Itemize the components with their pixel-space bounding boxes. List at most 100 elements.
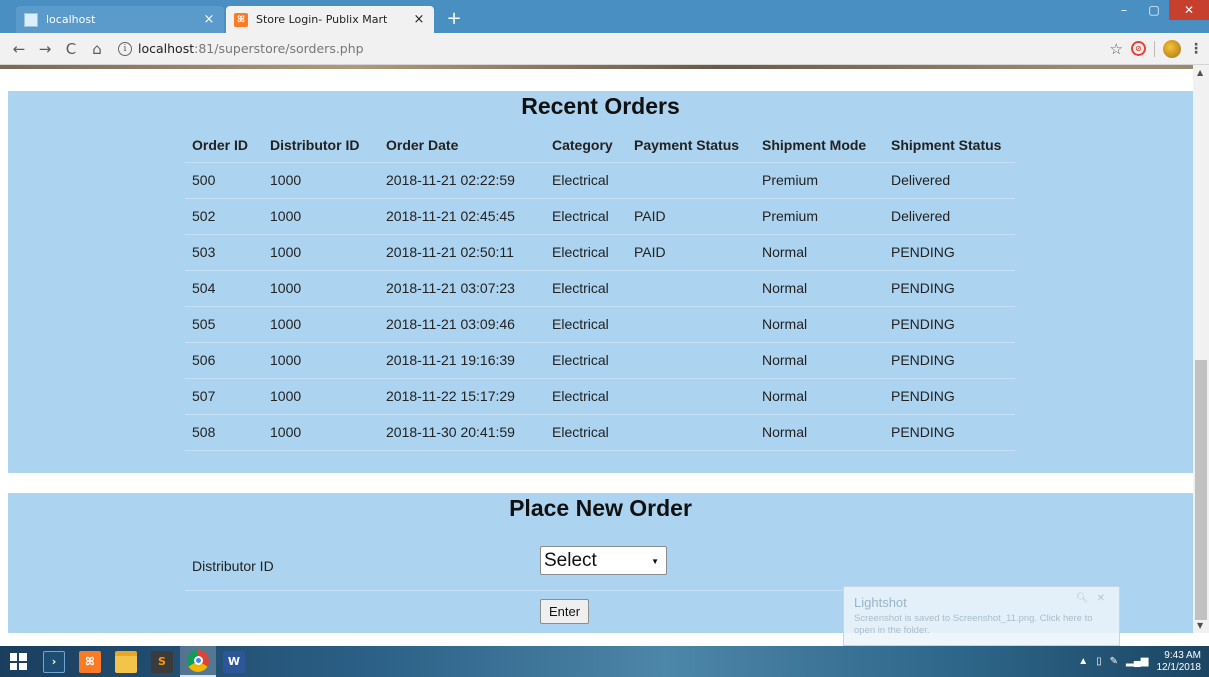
toolbar-divider [1154,40,1155,57]
forward-arrow-icon[interactable]: → [32,37,58,61]
word-icon: W [223,650,245,673]
scrollbar-thumb[interactable] [1195,360,1207,620]
xampp-icon: ꕤ [79,650,101,673]
window-close-button[interactable]: ✕ [1169,0,1209,20]
orders-table: Order ID Distributor ID Order Date Categ… [185,129,1015,451]
shipment-status-cell: PENDING [884,234,1015,271]
scroll-down-arrow-icon[interactable]: ▼ [1197,621,1203,630]
clock-time: 9:43 AM [1164,649,1201,661]
order-date-cell: 2018-11-21 02:45:45 [379,198,545,235]
info-icon[interactable]: i [118,41,132,56]
close-icon[interactable]: × [412,12,426,27]
blocked-extension-icon[interactable]: ⊘ [1131,41,1146,56]
tab-store-login[interactable]: ꕤ Store Login- Publix Mart × [226,6,434,33]
table-row: 503 1000 2018-11-21 02:50:11 Electrical … [185,234,1015,271]
bookmark-star-icon[interactable]: ☆ [1110,40,1123,58]
order-date-cell: 2018-11-21 19:16:39 [379,342,545,379]
browser-toolbar: ← → C ⌂ i localhost:81/superstore/sorder… [0,33,1209,65]
taskbar-word[interactable]: W [216,646,252,677]
taskbar-chrome[interactable] [180,646,216,677]
table-header-row: Order ID Distributor ID Order Date Categ… [185,129,1015,163]
table-row: 508 1000 2018-11-30 20:41:59 Electrical … [185,414,1015,451]
kebab-menu-icon[interactable]: ⋮ [1189,41,1203,57]
caret-down-icon: ▼ [651,557,659,566]
tab-title: localhost [46,13,96,26]
notification-message[interactable]: Screenshot is saved to Screenshot_11.png… [854,613,1109,637]
order-id-cell: 507 [185,378,263,415]
address-bar[interactable]: i localhost:81/superstore/sorders.php [118,37,1110,61]
close-icon[interactable]: × [202,12,216,27]
taskbar-clock[interactable]: 9:43 AM 12/1/2018 [1157,650,1202,674]
shipment-mode-cell: Normal [755,306,884,343]
recent-orders-panel: Recent Orders Order ID Distributor ID Or… [8,91,1193,473]
payment-status-cell: PAID [627,198,755,235]
distributor-id-cell: 1000 [263,306,379,343]
shipment-status-cell: PENDING [884,378,1015,415]
table-row: 505 1000 2018-11-21 03:09:46 Electrical … [185,306,1015,343]
folder-icon [115,650,137,673]
vscode-icon: › [43,650,65,673]
xampp-icon: ꕤ [234,12,248,27]
shipment-status-cell: Delivered [884,162,1015,199]
category-cell: Electrical [545,306,627,343]
shipment-mode-cell: Normal [755,342,884,379]
battery-icon[interactable]: ▯ [1096,656,1102,667]
distributor-id-cell: 1000 [263,342,379,379]
recent-orders-title: Recent Orders [521,93,680,119]
category-cell: Electrical [545,414,627,451]
column-header: Payment Status [627,129,755,163]
taskbar-sublime[interactable]: S [144,646,180,677]
taskbar-xampp[interactable]: ꕤ [72,646,108,677]
start-button[interactable] [0,646,36,677]
column-header: Distributor ID [263,129,379,163]
payment-status-cell [627,414,755,451]
page-icon [24,12,38,27]
notification-title: Lightshot [854,595,907,610]
home-icon[interactable]: ⌂ [84,37,110,61]
order-id-cell: 500 [185,162,263,199]
shipment-mode-cell: Premium [755,198,884,235]
order-id-cell: 508 [185,414,263,451]
toolbar-actions: ☆ ⊘ ⋮ [1110,39,1203,58]
scroll-up-arrow-icon[interactable]: ▲ [1197,68,1203,77]
distributor-select[interactable]: Select ▼ [540,546,667,575]
minimize-button[interactable]: – [1109,0,1139,20]
network-signal-icon[interactable]: ▂▄▆ [1126,656,1148,667]
payment-status-cell [627,270,755,307]
pen-icon[interactable]: ✎ [1110,656,1118,667]
close-icon[interactable]: ✕ [1097,593,1105,604]
distributor-id-cell: 1000 [263,270,379,307]
url-path: :81/superstore/sorders.php [194,41,364,56]
back-arrow-icon[interactable]: ← [6,37,32,61]
sublime-text-icon: S [151,650,173,673]
distributor-id-cell: 1000 [263,234,379,271]
profile-avatar-icon[interactable] [1163,39,1181,58]
distributor-id-cell: 1000 [263,414,379,451]
taskbar-vscode[interactable]: › [36,646,72,677]
order-date-cell: 2018-11-21 02:50:11 [379,234,545,271]
lightshot-notification[interactable]: Lightshot Screenshot is saved to Screens… [843,586,1120,646]
new-tab-button[interactable]: + [444,8,464,29]
order-date-cell: 2018-11-22 15:17:29 [379,378,545,415]
magnifier-icon[interactable]: 🔍︎ [1076,593,1089,604]
taskbar-file-explorer[interactable] [108,646,144,677]
reload-icon[interactable]: C [58,37,84,61]
enter-button[interactable]: Enter [540,599,589,624]
distributor-id-cell: 1000 [263,378,379,415]
order-id-cell: 502 [185,198,263,235]
page-scrollbar[interactable]: ▲ ▼ [1193,65,1209,633]
maximize-button[interactable]: ▢ [1139,0,1169,20]
shipment-mode-cell: Premium [755,162,884,199]
chevron-up-icon[interactable]: ▲ [1078,656,1088,667]
order-id-cell: 503 [185,234,263,271]
place-order-title: Place New Order [509,495,692,521]
column-header: Shipment Mode [755,129,884,163]
column-header: Category [545,129,627,163]
notification-actions: 🔍︎ ✕ [1076,593,1105,604]
header-image-strip [0,65,1193,69]
windows-taskbar: › ꕤ S W ▲ ▯ ✎ ▂▄▆ 9:43 AM 12/1/2018 [0,646,1209,677]
tab-localhost[interactable]: localhost × [16,6,224,33]
shipment-mode-cell: Normal [755,378,884,415]
distributor-id-cell: 1000 [263,162,379,199]
shipment-mode-cell: Normal [755,234,884,271]
